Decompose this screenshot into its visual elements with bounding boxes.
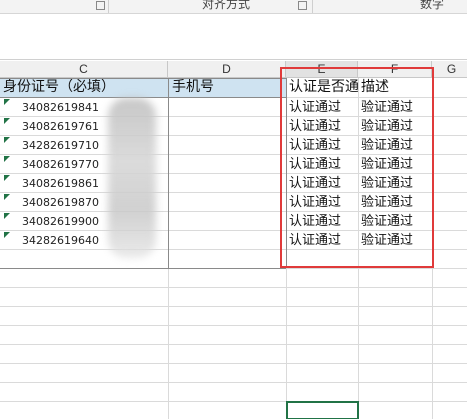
highlight-annotation-box xyxy=(280,67,434,268)
gridline xyxy=(0,401,467,402)
ribbon-strip: 对齐方式 数字 xyxy=(0,0,467,14)
number-group-label: 数字 xyxy=(420,0,445,11)
alignment-launcher-icon[interactable] xyxy=(298,1,307,10)
gridline xyxy=(0,287,467,288)
dialog-launcher-icon[interactable] xyxy=(96,1,105,10)
header-cell-id-number[interactable]: 身份证号（必填） xyxy=(0,78,168,97)
header-cell-phone[interactable]: 手机号 xyxy=(169,78,286,97)
column-header-g[interactable]: G xyxy=(432,61,467,78)
gridline xyxy=(0,363,467,364)
gridline xyxy=(0,344,467,345)
alignment-group-label: 对齐方式 xyxy=(202,0,251,11)
gridline xyxy=(0,325,467,326)
table-border xyxy=(168,78,169,268)
ribbon-separator xyxy=(108,0,109,13)
column-header-c[interactable]: C xyxy=(0,61,168,78)
table-border xyxy=(0,78,286,79)
gridline xyxy=(0,382,467,383)
ribbon-separator xyxy=(312,0,313,13)
table-border xyxy=(0,268,286,269)
column-header-d[interactable]: D xyxy=(168,61,286,78)
gridline xyxy=(0,306,467,307)
formula-bar-area xyxy=(0,14,467,60)
privacy-blur xyxy=(108,98,156,258)
active-cell-selection[interactable] xyxy=(286,401,359,419)
